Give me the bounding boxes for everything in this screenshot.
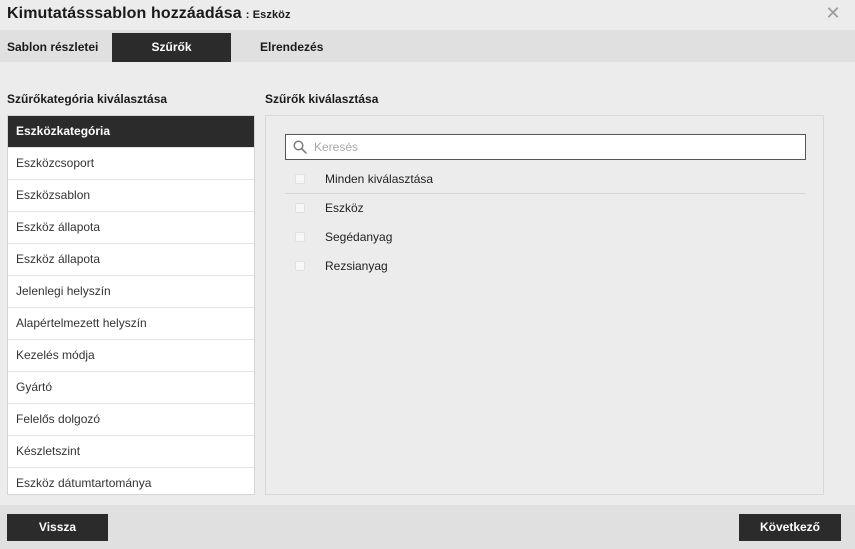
category-item-asset-group[interactable]: Eszközcsoport [8, 148, 254, 180]
dialog-title-main: Kimutatásssablon hozzáadása [7, 5, 242, 22]
dialog-titlebar: Kimutatásssablon hozzáadása: Eszköz ✕ [0, 0, 855, 30]
search-input[interactable] [314, 135, 794, 159]
category-item-current-location[interactable]: Jelenlegi helyszín [8, 276, 254, 308]
filter-option-checkbox[interactable] [295, 203, 305, 213]
search-icon [293, 140, 307, 154]
category-item-asset-category[interactable]: Eszközkategória [8, 116, 254, 148]
category-item-manufacturer[interactable]: Gyártó [8, 372, 254, 404]
dialog-title: Kimutatásssablon hozzáadása: Eszköz [7, 5, 291, 23]
tab-bar: Sablon részletei Szűrők Elrendezés [0, 30, 855, 62]
category-item-asset-date-range[interactable]: Eszköz dátumtartománya [8, 468, 254, 494]
filter-selection-heading: Szűrők kiválasztása [265, 92, 379, 106]
select-all-label: Minden kiválasztása [325, 172, 434, 186]
category-item-asset-status[interactable]: Eszköz állapota [8, 212, 254, 244]
category-item-handling-mode[interactable]: Kezelés módja [8, 340, 254, 372]
tab-template-details[interactable]: Sablon részletei [7, 33, 98, 62]
filter-category-heading: Szűrőkategória kiválasztása [7, 92, 168, 106]
filter-option-consumable[interactable]: Segédanyag [285, 224, 806, 252]
category-item-stock-level[interactable]: Készletszint [8, 436, 254, 468]
filter-options-panel: Minden kiválasztása Eszköz Segédanyag Re… [265, 115, 824, 495]
filter-option-checkbox[interactable] [295, 261, 305, 271]
dialog-title-subtitle: : Eszköz [245, 9, 291, 21]
back-button[interactable]: Vissza [7, 514, 108, 541]
category-item-responsible-employee[interactable]: Felelős dolgozó [8, 404, 254, 436]
filter-option-label: Rezsianyag [325, 259, 388, 273]
select-all-checkbox[interactable] [295, 174, 305, 184]
close-icon[interactable]: ✕ [825, 4, 841, 22]
category-item-asset-template[interactable]: Eszközsablon [8, 180, 254, 212]
filter-category-list: Eszközkategória Eszközcsoport Eszközsabl… [7, 115, 255, 495]
next-button[interactable]: Következő [739, 514, 841, 541]
filter-option-label: Eszköz [325, 201, 364, 215]
tab-layout[interactable]: Elrendezés [260, 33, 323, 62]
category-item-asset-status-2[interactable]: Eszköz állapota [8, 244, 254, 276]
search-box [285, 134, 806, 160]
filter-option-checkbox[interactable] [295, 232, 305, 242]
dialog-footer: Vissza Következő [0, 505, 855, 549]
tab-filters[interactable]: Szűrők [112, 33, 231, 62]
select-all-option[interactable]: Minden kiválasztása [285, 166, 806, 194]
filter-option-overhead-material[interactable]: Rezsianyag [285, 253, 806, 281]
filter-option-asset[interactable]: Eszköz [285, 195, 806, 223]
filter-option-label: Segédanyag [325, 230, 393, 244]
category-item-default-location[interactable]: Alapértelmezett helyszín [8, 308, 254, 340]
